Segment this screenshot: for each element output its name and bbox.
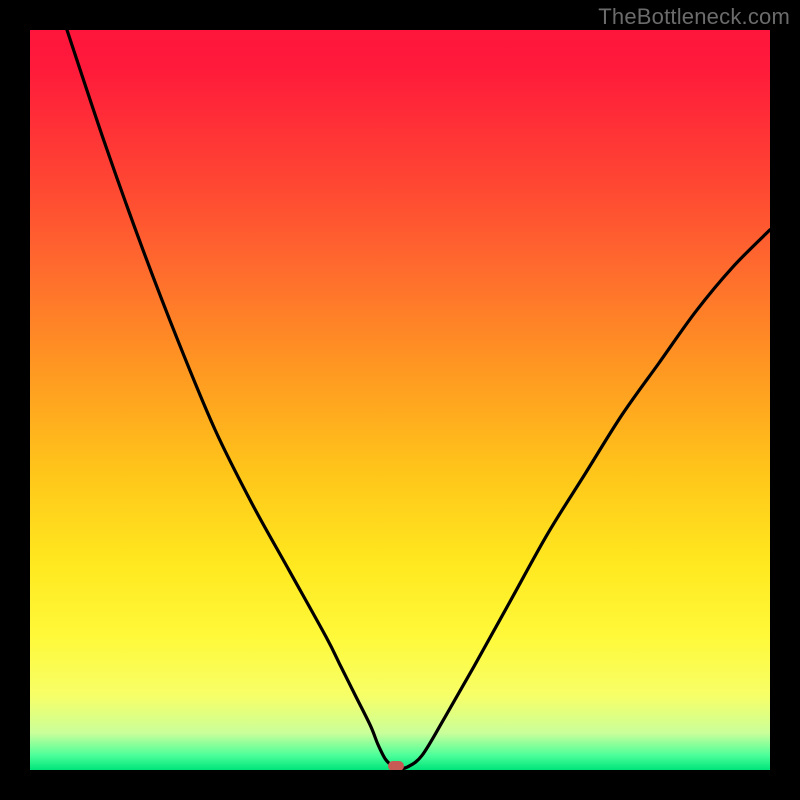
curve-layer [30, 30, 770, 770]
plot-area [30, 30, 770, 770]
chart-frame: TheBottleneck.com [0, 0, 800, 800]
watermark-label: TheBottleneck.com [598, 4, 790, 30]
minimum-marker [388, 761, 404, 770]
bottleneck-curve [67, 30, 770, 769]
